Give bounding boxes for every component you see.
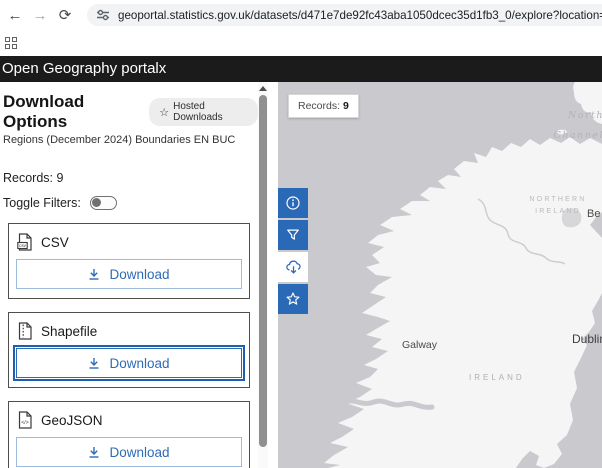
site-title: Open Geography portalx — [2, 60, 167, 77]
download-label: Download — [109, 444, 170, 460]
cloud-download-icon — [285, 260, 301, 274]
filter-icon — [287, 229, 299, 240]
download-card-csv: csv CSV Download — [8, 223, 250, 299]
toggle-filters-switch[interactable] — [89, 196, 117, 210]
download-card-geojson: </> GeoJSON Download — [8, 401, 250, 468]
map-download-button[interactable] — [278, 252, 308, 282]
format-label-geojson: GeoJSON — [41, 412, 103, 428]
download-label: Download — [109, 355, 170, 371]
svg-text:csv: csv — [19, 243, 27, 248]
dataset-subtitle: Regions (December 2024) Boundaries EN BU… — [3, 134, 236, 146]
url-text: geoportal.statistics.gov.uk/datasets/d47… — [118, 8, 602, 22]
island — [557, 129, 567, 135]
geojson-file-icon: </> — [18, 411, 32, 429]
hosted-downloads-badge[interactable]: ☆ Hosted Downloads — [149, 98, 258, 126]
star-icon: ☆ — [159, 106, 170, 119]
bookmarks-bar — [0, 30, 602, 56]
hosted-downloads-label: Hosted Downloads — [173, 101, 223, 123]
download-label: Download — [109, 266, 170, 282]
geojson-download-button[interactable]: Download — [16, 437, 242, 467]
apps-grid-icon[interactable] — [5, 37, 17, 49]
address-bar[interactable]: geoportal.statistics.gov.uk/datasets/d47… — [87, 4, 602, 26]
forward-icon[interactable]: → — [29, 7, 51, 24]
map-canvas[interactable]: North Channel NORTHERN IRELAND Be Galway… — [278, 82, 602, 468]
download-options-panel: Download Options ☆ Hosted Downloads Regi… — [0, 82, 258, 468]
basemap-svg — [278, 82, 602, 468]
page-title: Download Options — [3, 92, 85, 131]
star-outline-icon — [286, 292, 300, 305]
download-card-shapefile: Shapefile Download — [8, 312, 250, 388]
format-label-shapefile: Shapefile — [41, 323, 98, 339]
map-filter-button[interactable] — [278, 220, 308, 250]
panel-scrollbar[interactable] — [258, 82, 268, 468]
shapefile-download-button[interactable]: Download — [13, 345, 245, 381]
csv-download-button[interactable]: Download — [16, 259, 242, 289]
toggle-filters-label: Toggle Filters: — [3, 196, 81, 210]
info-icon — [286, 196, 300, 210]
shapefile-icon — [18, 322, 32, 340]
map-favorite-button[interactable] — [278, 284, 308, 314]
reload-icon[interactable]: ⟳ — [54, 6, 76, 24]
download-icon — [89, 268, 99, 280]
browser-navigation-bar: ← → ⟳ geoportal.statistics.gov.uk/datase… — [0, 0, 602, 30]
download-icon — [89, 446, 99, 458]
download-icon — [89, 357, 99, 369]
format-label-csv: CSV — [41, 234, 69, 250]
map-records-badge: Records: 9 — [288, 94, 359, 118]
site-header: Open Geography portalx — [0, 56, 602, 82]
svg-text:</>: </> — [21, 420, 29, 426]
records-count: Records: 9 — [3, 171, 64, 185]
csv-file-icon: csv — [17, 233, 32, 251]
scrollbar-thumb[interactable] — [259, 95, 267, 447]
site-settings-icon[interactable] — [96, 8, 110, 22]
records-value: 9 — [342, 100, 349, 112]
panel-map-divider — [268, 82, 278, 468]
scroll-up-icon[interactable] — [259, 86, 267, 91]
map-info-button[interactable] — [278, 188, 308, 218]
back-icon[interactable]: ← — [4, 7, 26, 24]
toggle-knob — [92, 198, 102, 207]
lough-neagh — [561, 208, 582, 228]
map-toolbar — [278, 188, 308, 314]
